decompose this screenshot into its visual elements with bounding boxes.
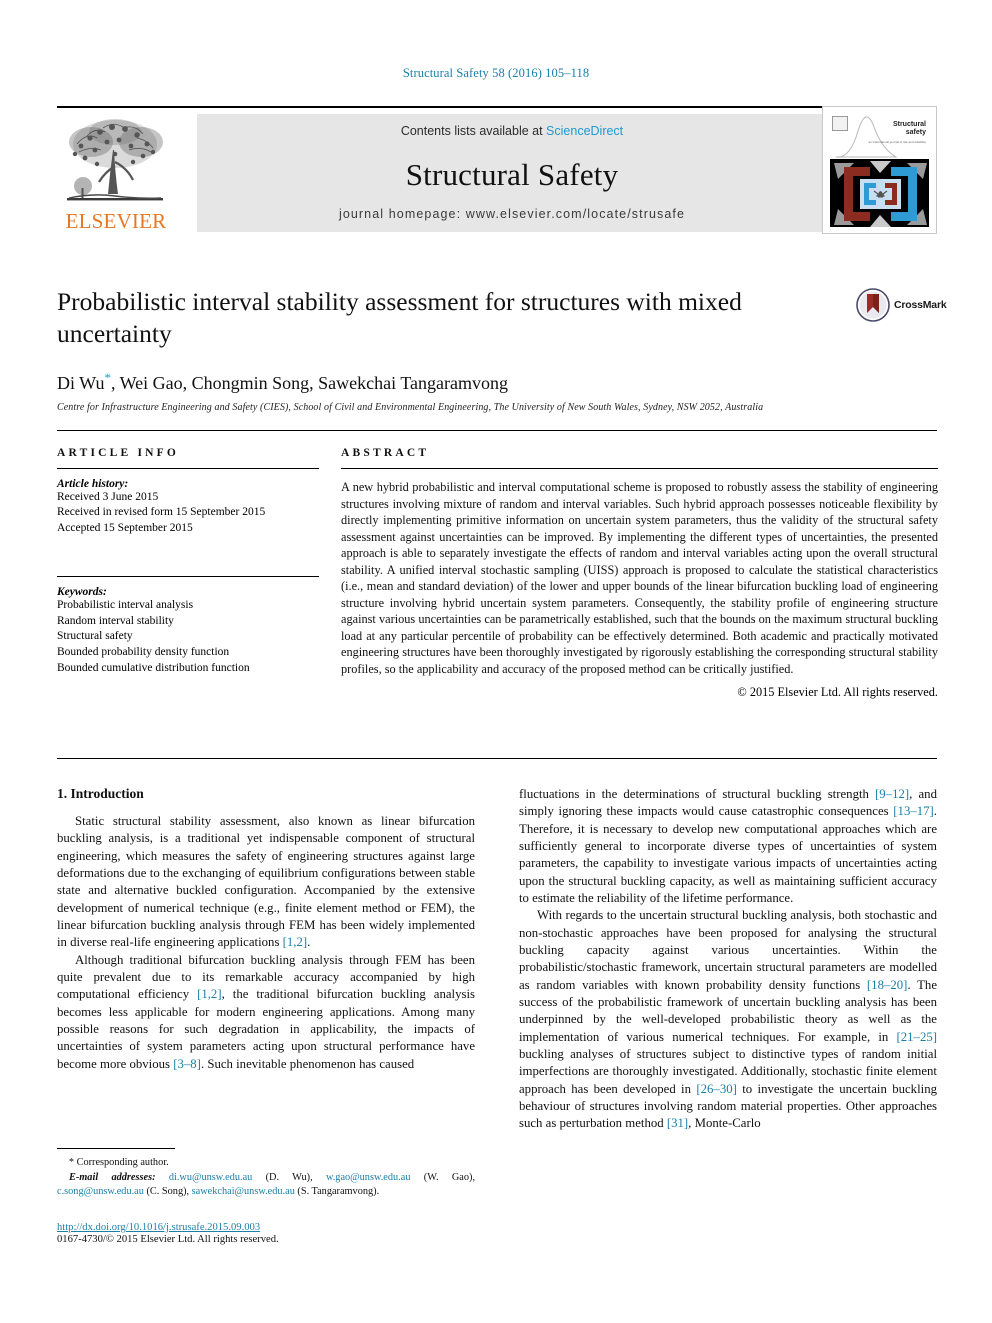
history-revised: Received in revised form 15 September 20… [57, 506, 266, 519]
history-received: Received 3 June 2015 [57, 491, 159, 503]
abstract-copyright: © 2015 Elsevier Ltd. All rights reserved… [737, 685, 938, 700]
corresponding-author-text: Corresponding author. [76, 1157, 169, 1168]
email-owner: (D. Wu) [265, 1171, 311, 1183]
journal-homepage-link[interactable]: journal homepage: www.elsevier.com/locat… [197, 207, 827, 221]
citation-link[interactable]: [21–25] [896, 1030, 937, 1044]
paragraph: Although traditional bifurcation bucklin… [57, 952, 475, 1073]
paper-page: Structural Safety 58 (2016) 105–118 ELSE… [0, 0, 992, 1323]
text-run: , Monte-Carlo [688, 1116, 761, 1131]
citation-link[interactable]: [13–17] [893, 804, 934, 818]
cover-title: Structural safety [893, 121, 926, 137]
elsevier-wordmark: ELSEVIER [65, 209, 167, 233]
keyword-item: Bounded probability density function [57, 646, 230, 659]
email-link[interactable]: c.song@unsw.edu.au [57, 1186, 144, 1197]
cover-title-line2: safety [905, 129, 926, 137]
crossmark-label: CrossMark [894, 299, 947, 311]
running-head: Structural Safety 58 (2016) 105–118 [402, 66, 590, 80]
paragraph: fluctuations in the determinations of st… [519, 786, 937, 907]
keyword-item: Structural safety [57, 630, 133, 643]
history-accepted: Accepted 15 September 2015 [57, 521, 193, 534]
text-run: . Such inevitable phenomenon has caused [200, 1056, 415, 1071]
abstract-column: ABSTRACT A new hybrid probabilistic and … [341, 447, 938, 700]
issn-copyright-line: 0167-4730/© 2015 Elsevier Ltd. All right… [57, 1234, 279, 1245]
elsevier-logo: ELSEVIER [57, 114, 175, 232]
citation-link[interactable]: [3–8] [173, 1057, 201, 1071]
keywords-label: Keywords: [57, 585, 107, 598]
email-owner: (S. Tangaramvong) [297, 1186, 377, 1198]
text-run: . Therefore, it is necessary to develop … [519, 804, 937, 905]
cover-artwork: Structural safety an international journ… [830, 113, 929, 227]
masthead-top-rule [57, 106, 827, 108]
email-owner: (C. Song) [146, 1186, 187, 1198]
crossmark-icon [856, 288, 890, 322]
author-list: Di Wu*, Wei Gao, Chongmin Song, Sawekcha… [57, 370, 847, 394]
author-names: Di Wu [57, 373, 105, 394]
keywords-block: Keywords: Probabilistic interval analysi… [57, 575, 319, 677]
email-link[interactable]: w.gao@unsw.edu.au [326, 1172, 411, 1183]
cover-subtitle: an international journal of risk and rel… [868, 140, 926, 144]
text-run: fluctuations in the determinations of st… [519, 787, 876, 801]
meta-bottom-rule [57, 758, 937, 759]
keyword-item: Bounded cumulative distribution function [57, 661, 250, 674]
sciencedirect-link[interactable]: ScienceDirect [546, 124, 623, 138]
citation-link[interactable]: [18–20] [867, 978, 908, 992]
elsevier-tree-icon [67, 119, 163, 201]
cover-title-line1: Structural [892, 121, 926, 128]
journal-banner: Contents lists available at ScienceDirec… [197, 114, 827, 232]
journal-title: Structural Safety [405, 157, 619, 192]
email-link[interactable]: di.wu@unsw.edu.au [169, 1172, 252, 1183]
citation-link[interactable]: [26–30] [696, 1082, 737, 1096]
meta-top-rule [57, 430, 937, 431]
contents-available-line: Contents lists available at ScienceDirec… [197, 124, 827, 138]
doi-link[interactable]: http://dx.doi.org/10.1016/j.strusafe.201… [57, 1222, 487, 1233]
citation-link[interactable]: [31] [667, 1116, 688, 1130]
contents-prefix: Contents lists available at [400, 124, 547, 138]
keyword-item: Probabilistic interval analysis [57, 598, 194, 611]
title-block: Probabilistic interval stability assessm… [57, 286, 847, 413]
text-run: Static structural stability assessment, … [57, 814, 475, 950]
abstract-rule [341, 468, 938, 469]
section-heading-introduction: 1. Introduction [57, 786, 144, 801]
article-info-column: ARTICLE INFO Article history: Received 3… [57, 447, 319, 677]
article-history-label: Article history: [57, 478, 129, 490]
email-owner: (W. Gao) [423, 1171, 473, 1183]
cover-publisher-badge [832, 116, 848, 131]
citation-link[interactable]: [1,2] [283, 935, 308, 949]
keyword-item: Random interval stability [57, 614, 174, 627]
paragraph: With regards to the uncertain structural… [519, 907, 937, 1132]
email-label: E-mail addresses: [69, 1171, 156, 1183]
email-link[interactable]: sawekchai@unsw.edu.au [192, 1186, 295, 1197]
crossmark-badge[interactable]: CrossMark [856, 288, 947, 324]
corresponding-author-note: * Corresponding author. [57, 1156, 475, 1171]
email-addresses-line: E-mail addresses: di.wu@unsw.edu.au (D. … [57, 1171, 476, 1198]
text-run: . [307, 935, 311, 950]
doi-block: http://dx.doi.org/10.1016/j.strusafe.201… [57, 1222, 487, 1245]
paragraph: Static structural stability assessment, … [57, 813, 475, 952]
keywords-rule [57, 575, 319, 577]
article-info-rule [57, 468, 319, 469]
body-column-right: fluctuations in the determinations of st… [519, 786, 937, 1133]
abstract-heading: ABSTRACT [341, 447, 430, 459]
journal-masthead: ELSEVIER Contents lists available at Sci… [57, 106, 937, 234]
author-names-rest: , Wei Gao, Chongmin Song, Sawekchai Tang… [110, 373, 509, 394]
affiliation: Centre for Infrastructure Engineering an… [57, 402, 764, 414]
footnote-rule [57, 1148, 175, 1149]
journal-cover-thumbnail: Structural safety an international journ… [822, 106, 937, 234]
footnote-star: * [69, 1157, 74, 1168]
citation-link[interactable]: [1,2] [197, 987, 222, 1001]
citation-link[interactable]: [9–12] [875, 787, 909, 801]
abstract-text: A new hybrid probabilistic and interval … [341, 480, 938, 676]
article-info-heading: ARTICLE INFO [57, 447, 180, 459]
footnote-block: * Corresponding author. E-mail addresses… [57, 1148, 475, 1200]
page-title: Probabilistic interval stability assessm… [57, 287, 742, 349]
body-column-left: 1. Introduction Static structural stabil… [57, 786, 475, 1073]
